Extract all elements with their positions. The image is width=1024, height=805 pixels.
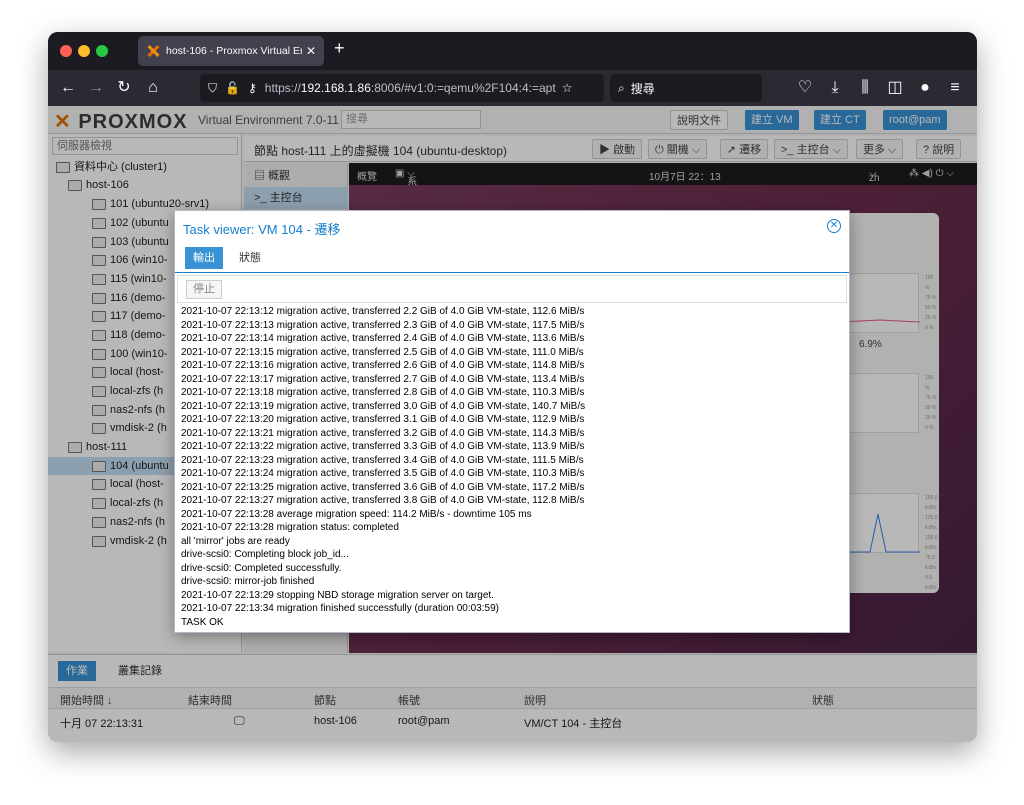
back-icon[interactable]: ← [56, 76, 80, 100]
tab-title: host-106 - Proxmox Virtual Envi [166, 45, 302, 57]
browser-window: host-106 - Proxmox Virtual Envi ✕ + ← → … [48, 32, 977, 742]
reload-icon[interactable]: ↻ [112, 76, 136, 100]
dialog-header: Task viewer: VM 104 - 遷移 ✕ [175, 211, 849, 241]
log-line: drive-scsi0: Completing block job_id... [181, 549, 349, 560]
downloads-icon[interactable]: ⤓ [823, 76, 847, 100]
library-icon[interactable]: ⫼ [853, 76, 877, 100]
log-line: 2021-10-07 22:13:34 migration finished s… [181, 603, 499, 614]
log-line: 2021-10-07 22:13:28 average migration sp… [181, 508, 532, 520]
url-path: :8006/#v1:0:=qemu%2F104:4:=apt [370, 81, 556, 95]
navigation-bar: ← → ↻ ⌂ ⛉ 🔓 ⚷ https://192.168.1.86:8006/… [48, 70, 977, 106]
search-placeholder: 搜尋 [630, 81, 655, 96]
search-bar[interactable]: ⌕ 搜尋 [610, 74, 762, 102]
log-line: TASK OK [181, 616, 224, 628]
log-line: all 'mirror' jobs are ready [181, 535, 290, 547]
close-icon[interactable]: ✕ [827, 219, 841, 233]
bookmark-star-icon[interactable]: ☆ [562, 81, 573, 95]
log-line: 2021-10-07 22:13:18 migration active, tr… [181, 387, 585, 398]
log-line: 2021-10-07 22:13:16 migration active, tr… [181, 360, 585, 371]
log-line: drive-scsi0: mirror-job finished [181, 576, 315, 587]
new-tab-button[interactable]: + [334, 38, 345, 59]
search-icon: ⌕ [618, 80, 625, 95]
url-prefix: https:// [264, 81, 301, 95]
log-line: 2021-10-07 22:13:25 migration active, tr… [181, 481, 585, 493]
close-window-button[interactable] [60, 45, 72, 57]
log-line: 2021-10-07 22:13:17 migration active, tr… [181, 373, 585, 385]
dialog-toolbar: 停止 [177, 275, 847, 303]
browser-tab[interactable]: host-106 - Proxmox Virtual Envi ✕ [138, 36, 324, 66]
log-line: 2021-10-07 22:13:24 migration active, tr… [181, 468, 585, 479]
task-log-output[interactable]: 2021-10-07 22:13:12 migration active, tr… [181, 305, 845, 629]
insecure-lock-icon[interactable]: 🔓 [225, 81, 240, 95]
zoom-window-button[interactable] [96, 45, 108, 57]
task-viewer-dialog: Task viewer: VM 104 - 遷移 ✕ 輸出 狀態 停止 2021… [174, 210, 850, 633]
log-line: 2021-10-07 22:13:15 migration active, tr… [181, 346, 584, 358]
account-icon[interactable]: ● [913, 76, 937, 100]
url-bar[interactable]: ⛉ 🔓 ⚷ https://192.168.1.86:8006/#v1:0:=q… [200, 74, 604, 102]
log-line: 2021-10-07 22:13:22 migration active, tr… [181, 441, 585, 452]
pocket-icon[interactable]: ♡ [793, 76, 817, 100]
menu-icon[interactable]: ≡ [943, 76, 967, 100]
log-line: 2021-10-07 22:13:28 migration status: co… [181, 522, 399, 533]
log-line: 2021-10-07 22:13:13 migration active, tr… [181, 319, 585, 331]
minimize-window-button[interactable] [78, 45, 90, 57]
log-line: 2021-10-07 22:13:21 migration active, tr… [181, 427, 585, 439]
url-host: 192.168.1.86 [300, 81, 371, 95]
tab-status[interactable]: 狀態 [231, 247, 269, 269]
proxmox-favicon-icon [146, 44, 160, 58]
log-line: 2021-10-07 22:13:27 migration active, tr… [181, 495, 585, 506]
dialog-title: Task viewer: VM 104 - 遷移 [183, 222, 341, 237]
log-line: 2021-10-07 22:13:12 migration active, tr… [181, 306, 585, 317]
log-line: 2021-10-07 22:13:19 migration active, tr… [181, 400, 586, 412]
log-line: 2021-10-07 22:13:29 stopping NBD storage… [181, 589, 494, 601]
shield-icon[interactable]: ⛉ [208, 81, 217, 96]
tab-strip: host-106 - Proxmox Virtual Envi ✕ + [48, 32, 977, 70]
log-line: 2021-10-07 22:13:23 migration active, tr… [181, 454, 584, 466]
permissions-key-icon[interactable]: ⚷ [248, 81, 257, 95]
log-line: drive-scsi0: Completed successfully. [181, 562, 342, 574]
log-line: 2021-10-07 22:13:14 migration active, tr… [181, 333, 585, 344]
forward-icon[interactable]: → [84, 76, 108, 100]
dialog-tabs: 輸出 狀態 [175, 245, 849, 273]
tab-close-icon[interactable]: ✕ [306, 44, 316, 58]
tab-output[interactable]: 輸出 [185, 247, 223, 269]
url-text: https://192.168.1.86:8006/#v1:0:=qemu%2F… [265, 81, 556, 95]
stop-button[interactable]: 停止 [186, 280, 222, 299]
sidebar-icon[interactable]: ◫ [883, 76, 907, 100]
log-line: 2021-10-07 22:13:20 migration active, tr… [181, 414, 585, 425]
home-icon[interactable]: ⌂ [141, 76, 165, 100]
